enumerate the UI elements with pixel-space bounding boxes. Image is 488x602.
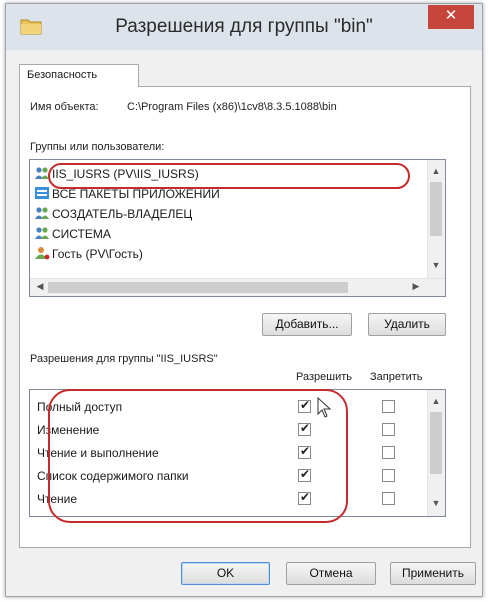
user-icon xyxy=(35,247,50,260)
permission-name: Полный доступ xyxy=(37,400,123,414)
users-group-icon xyxy=(35,167,49,179)
deny-checkbox[interactable] xyxy=(382,492,395,505)
scroll-up-icon[interactable]: ▲ xyxy=(428,396,444,406)
scroll-right-icon[interactable]: ▶ xyxy=(408,281,424,292)
allow-checkbox[interactable] xyxy=(298,444,311,459)
object-path: C:\Program Files (x86)\1cv8\8.3.5.1088\b… xyxy=(127,101,337,113)
close-icon: ✕ xyxy=(444,7,458,24)
add-button[interactable]: Добавить... xyxy=(262,313,352,336)
users-group-icon xyxy=(35,227,49,239)
permission-row-read-execute: Чтение и выполнение xyxy=(30,442,434,465)
scroll-down-icon[interactable]: ▼ xyxy=(428,498,444,508)
window-title: Разрешения для группы "bin" xyxy=(115,16,373,37)
list-item-label: СОЗДАТЕЛЬ-ВЛАДЕЛЕЦ xyxy=(52,207,193,221)
permission-row-read: Чтение xyxy=(30,488,434,511)
list-item-creator-owner[interactable]: СОЗДАТЕЛЬ-ВЛАДЕЛЕЦ xyxy=(34,204,192,224)
list-item-system[interactable]: СИСТЕМА xyxy=(34,224,111,244)
groups-horizontal-scrollbar[interactable]: ◀ ▶ xyxy=(30,278,445,296)
allow-checkbox[interactable] xyxy=(298,398,311,413)
list-item-guest[interactable]: Гость (PV\Гость) xyxy=(34,244,143,264)
list-item-label: ВСЕ ПАКЕТЫ ПРИЛОЖЕНИЙ xyxy=(52,187,220,201)
allow-checkbox[interactable] xyxy=(298,421,311,436)
cancel-button[interactable]: Отмена xyxy=(286,562,376,585)
scroll-thumb[interactable] xyxy=(48,282,348,293)
allow-checkbox[interactable] xyxy=(298,467,311,482)
deny-checkbox[interactable] xyxy=(382,446,395,459)
users-group-icon xyxy=(35,207,49,219)
mouse-cursor-icon xyxy=(317,397,332,418)
permission-name: Изменение xyxy=(37,423,100,437)
groups-label: Группы или пользователи: xyxy=(30,141,165,153)
permissions-vertical-scrollbar[interactable]: ▲ ▼ xyxy=(427,390,445,516)
object-name-label: Имя объекта: xyxy=(30,101,99,113)
apply-button[interactable]: Применить xyxy=(390,562,476,585)
list-item-label: СИСТЕМА xyxy=(52,227,111,241)
deny-checkbox[interactable] xyxy=(382,469,395,482)
groups-listbox[interactable]: IIS_IUSRS (PV\IIS_IUSRS) ВСЕ ПАКЕТЫ ПРИЛ… xyxy=(29,159,446,297)
permission-name: Чтение xyxy=(37,492,78,506)
deny-checkbox[interactable] xyxy=(382,400,395,413)
permission-row-list-folder: Список содержимого папки xyxy=(30,465,434,488)
permissions-listbox[interactable]: Полный доступ Изменение Чтение и выполне… xyxy=(29,389,446,517)
scroll-down-icon[interactable]: ▼ xyxy=(428,260,444,270)
list-item-iis-iusrs[interactable]: IIS_IUSRS (PV\IIS_IUSRS) xyxy=(34,164,199,184)
permission-name: Список содержимого папки xyxy=(37,469,189,483)
scroll-thumb[interactable] xyxy=(430,412,442,474)
remove-button[interactable]: Удалить xyxy=(368,313,446,336)
permissions-label: Разрешения для группы "IIS_IUSRS" xyxy=(30,353,218,365)
allow-column-header: Разрешить xyxy=(296,371,352,383)
tab-security[interactable]: Безопасность xyxy=(19,64,139,87)
title-bar: Разрешения для группы "bin" ✕ xyxy=(6,4,482,50)
scroll-left-icon[interactable]: ◀ xyxy=(32,281,48,292)
list-item-all-app-packages[interactable]: ВСЕ ПАКЕТЫ ПРИЛОЖЕНИЙ xyxy=(34,184,220,204)
list-item-label: Гость (PV\Гость) xyxy=(52,247,143,261)
permission-row-full-control: Полный доступ xyxy=(30,396,434,419)
allow-checkbox[interactable] xyxy=(298,490,311,505)
permissions-dialog: Разрешения для группы "bin" ✕ Безопаснос… xyxy=(5,3,483,597)
deny-column-header: Запретить xyxy=(370,371,423,383)
ok-button[interactable]: OK xyxy=(181,562,270,585)
close-button[interactable]: ✕ xyxy=(428,5,474,29)
app-packages-icon xyxy=(35,187,49,199)
permission-row-modify: Изменение xyxy=(30,419,434,442)
scroll-thumb[interactable] xyxy=(430,182,442,236)
scroll-up-icon[interactable]: ▲ xyxy=(428,166,444,176)
security-panel: Имя объекта: C:\Program Files (x86)\1cv8… xyxy=(19,86,471,548)
deny-checkbox[interactable] xyxy=(382,423,395,436)
permission-name: Чтение и выполнение xyxy=(37,446,159,460)
groups-vertical-scrollbar[interactable]: ▲ ▼ xyxy=(427,160,445,279)
list-item-label: IIS_IUSRS (PV\IIS_IUSRS) xyxy=(52,167,199,181)
